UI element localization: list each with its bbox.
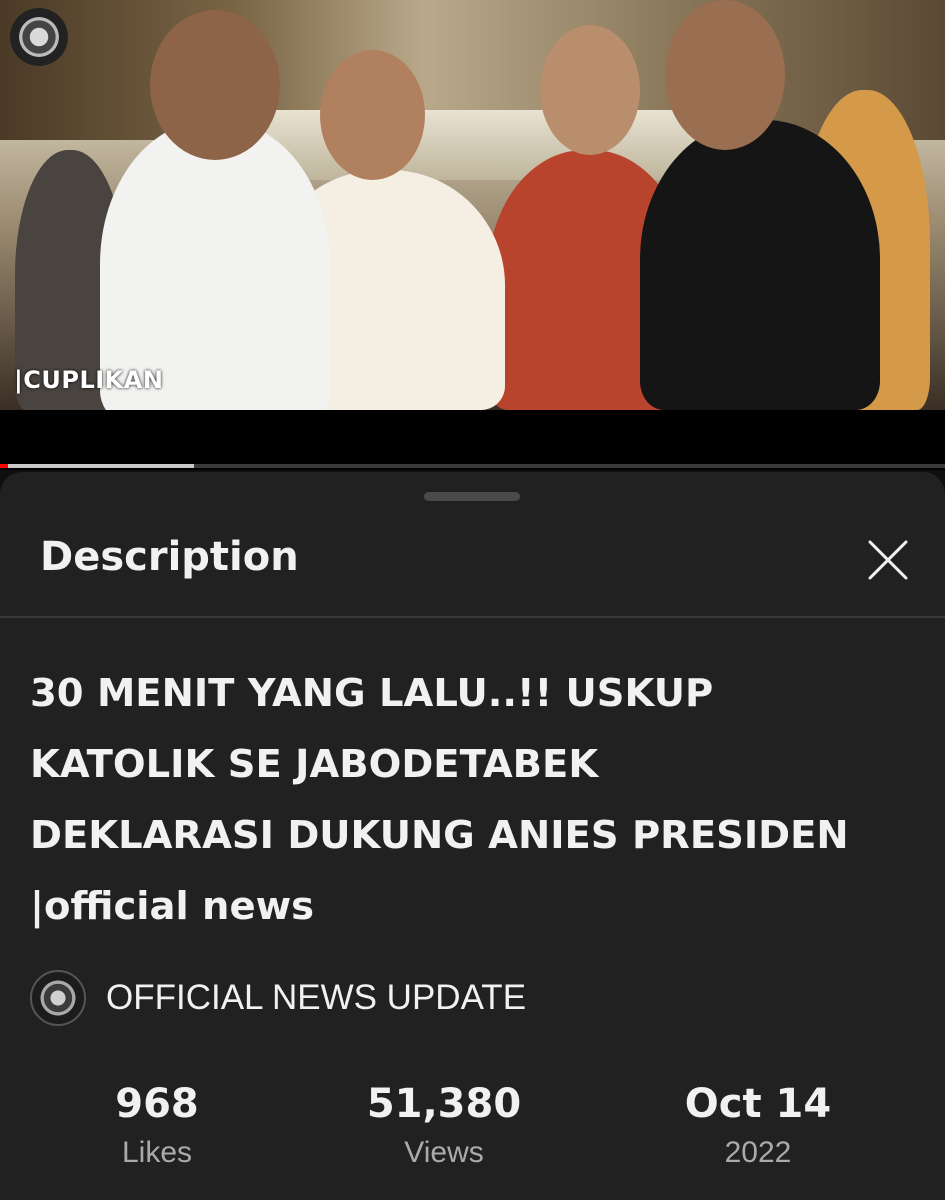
channel-row[interactable]: OFFICIAL NEWS UPDATE <box>30 970 526 1026</box>
likes-count: 968 <box>115 1081 199 1127</box>
publish-year: 2022 <box>724 1136 792 1169</box>
scene-person-head <box>150 10 280 160</box>
video-title: 30 MENIT YANG LALU..!! USKUP KATOLIK SE … <box>30 671 849 929</box>
publish-date: Oct 14 <box>684 1081 832 1127</box>
description-sheet: Description 30 MENIT YANG LALU..!! USKUP… <box>0 472 945 1200</box>
close-icon <box>868 540 908 580</box>
views-stat: 51,380 Views <box>344 1078 544 1170</box>
date-stat: Oct 14 2022 <box>658 1078 858 1170</box>
views-label: Views <box>404 1136 484 1169</box>
video-progress-bar[interactable] <box>0 464 945 468</box>
views-count: 51,380 <box>366 1081 522 1127</box>
sheet-drag-handle[interactable] <box>424 492 520 501</box>
sheet-title: Description <box>40 534 299 580</box>
channel-avatar[interactable] <box>30 970 86 1026</box>
likes-label: Likes <box>121 1136 193 1169</box>
channel-name[interactable]: OFFICIAL NEWS UPDATE <box>106 978 526 1018</box>
likes-stat: 968 Likes <box>57 1078 257 1170</box>
scene-person-head <box>665 0 785 150</box>
close-button[interactable] <box>858 530 918 590</box>
video-progress-played <box>0 464 8 468</box>
video-player[interactable]: |CUPLIKAN <box>0 0 945 470</box>
divider <box>0 616 945 618</box>
video-overlay-label: |CUPLIKAN <box>14 366 164 394</box>
video-frame[interactable]: |CUPLIKAN <box>0 0 945 410</box>
channel-watermark-icon <box>10 8 68 66</box>
scene-person-head <box>320 50 425 180</box>
scene-person <box>640 120 880 410</box>
video-progress-buffered <box>0 464 194 468</box>
scene-person-head <box>540 25 640 155</box>
